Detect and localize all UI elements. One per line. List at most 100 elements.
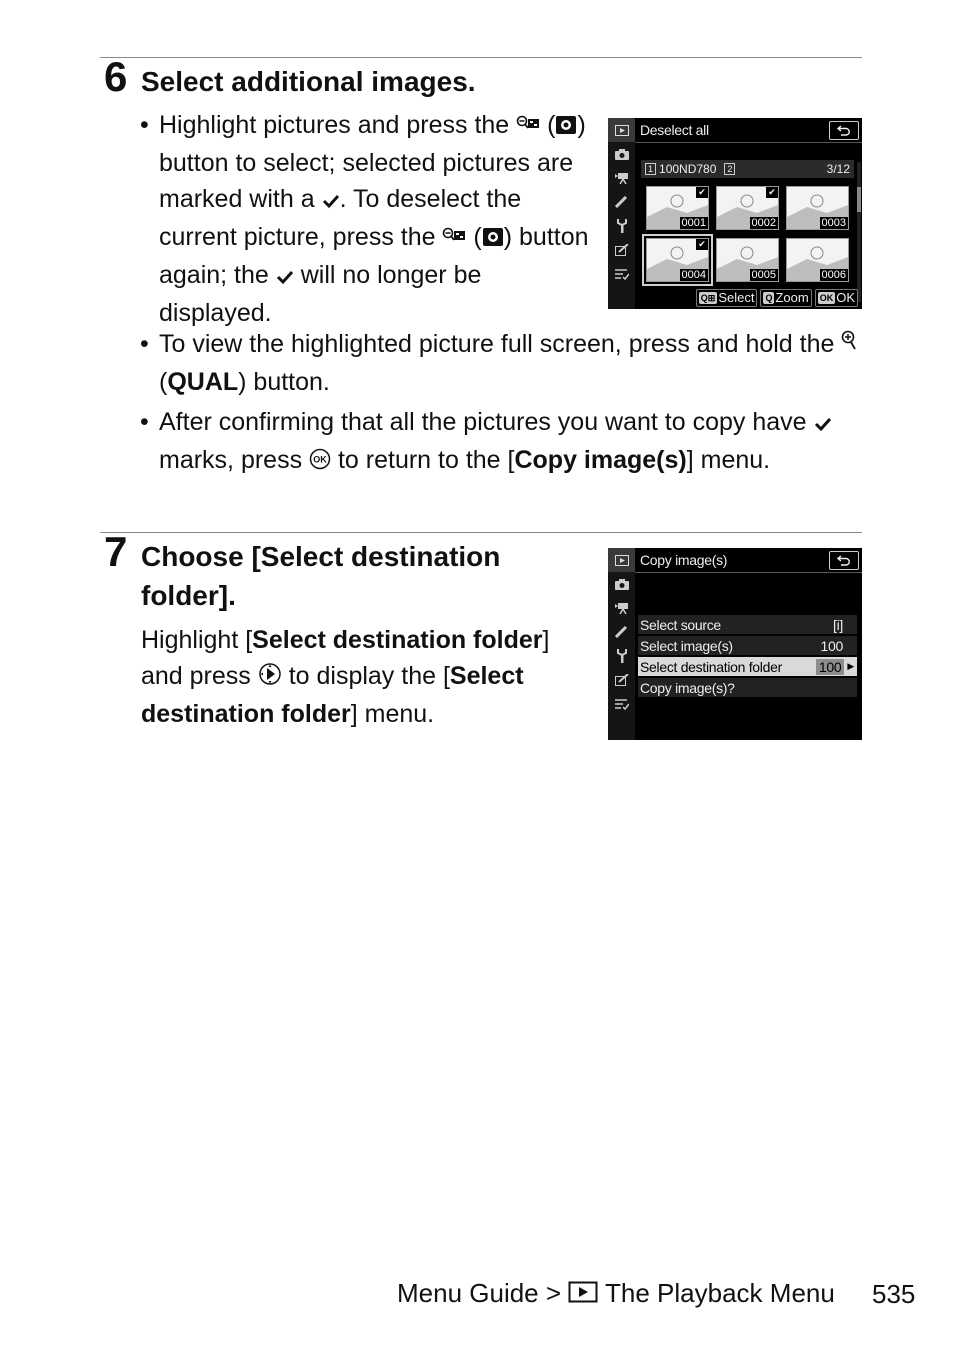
thumbnail[interactable]: 0006 [786, 238, 849, 282]
text: marks, press [159, 446, 310, 474]
my-menu-tab-icon[interactable] [608, 262, 635, 286]
ok-button-icon: OK [309, 444, 331, 480]
zoom-hint: Q Zoom [760, 289, 812, 307]
back-button[interactable] [829, 550, 859, 570]
menu-item[interactable]: Copy image(s)? [638, 678, 857, 697]
hint-label: Select [718, 290, 755, 305]
text: ) button. [238, 368, 330, 396]
screen-title: Deselect all [640, 122, 709, 138]
card-slot-1-icon: 1 [645, 163, 657, 175]
text: ] menu. [686, 446, 771, 474]
custom-settings-tab-icon[interactable] [608, 190, 635, 214]
section-divider [100, 532, 862, 533]
playback-tab-icon[interactable] [608, 118, 635, 142]
card-slot-2-icon: 2 [724, 163, 736, 175]
scrollbar-thumb[interactable] [857, 187, 861, 212]
thumbnail-number: 0002 [749, 217, 778, 229]
ok-hint: OK OK [814, 289, 858, 307]
breadcrumb-chapter[interactable]: The Playback Menu [598, 1278, 835, 1308]
setup-tab-icon[interactable] [608, 644, 635, 668]
checkmark-icon [814, 406, 832, 442]
step-title: Select additional images. [141, 66, 476, 97]
ok-key-icon: OK [817, 292, 836, 304]
breadcrumb-section[interactable]: Menu Guide > [397, 1278, 568, 1308]
menu-name: Copy image(s) [514, 446, 687, 474]
text: Highlight [ [141, 626, 253, 654]
svg-text:OK: OK [313, 455, 327, 465]
thumbnail[interactable]: ✔ 0001 [646, 186, 709, 230]
menu-item[interactable]: Select source [i] [638, 615, 857, 634]
back-arrow-icon [837, 554, 850, 566]
bullet-item: After confirming that all the pictures y… [140, 404, 860, 480]
text: Highlight pictures and press the [159, 111, 517, 139]
menu-item-label: Select image(s) [640, 637, 733, 654]
menu-item-label: Select source [640, 616, 721, 633]
step-description: Highlight [Select destination folder] an… [141, 622, 591, 732]
select-hint: Q⊞ Select [695, 289, 758, 307]
step-number: 7 [104, 528, 128, 575]
text: to return to the [ [331, 446, 515, 474]
qual-button-label: QUAL [167, 368, 239, 396]
camera-tab-icon[interactable] [608, 572, 635, 596]
back-button[interactable] [829, 120, 859, 140]
playback-tab-icon[interactable] [608, 548, 635, 572]
custom-settings-tab-icon[interactable] [608, 620, 635, 644]
thumbnail[interactable]: 0003 [786, 186, 849, 230]
instruction-list: To view the highlighted picture full scr… [140, 326, 860, 484]
checkmark-icon [276, 259, 294, 295]
thumbnail-zoom-out-icon [442, 221, 466, 257]
camera-screen-deselect: Deselect all 1 100ND780 2 3/12 ✔ 0001 ✔ 000… [608, 118, 862, 309]
submenu-arrow-icon: ▶ [847, 661, 854, 671]
thumbnail[interactable]: ✔ 0002 [716, 186, 779, 230]
menu-list: Select source [i] Select image(s) 100 Select… [638, 615, 857, 699]
camera-tab-icon[interactable] [608, 142, 635, 166]
checkmark-icon: ✔ [696, 239, 708, 250]
camera-screen-copy-images: Copy image(s) Select source [i] Select ima… [608, 548, 862, 740]
thumbnail[interactable]: 0005 [716, 238, 779, 282]
retouch-tab-icon[interactable] [608, 238, 635, 262]
folder-name: 100ND780 [659, 162, 717, 176]
metering-button-icon [482, 221, 504, 257]
screen-title: Copy image(s) [640, 552, 728, 568]
select-key-icon: Q⊞ [698, 292, 718, 304]
menu-item[interactable]: Select image(s) 100 [638, 636, 857, 655]
section-divider [100, 57, 862, 58]
thumbnail[interactable]: ✔ 0004 [642, 234, 713, 286]
step-title: Choose [Select destination folder]. [141, 541, 501, 611]
checkmark-icon: ✔ [696, 187, 708, 198]
folder-bar: 1 100ND780 2 3/12 [641, 160, 854, 178]
text: ( [466, 223, 482, 251]
thumbnail-number: 0006 [819, 269, 848, 281]
screen-footer: Q⊞ Select Q Zoom OK OK [695, 289, 858, 307]
movie-tab-icon[interactable] [608, 596, 635, 620]
back-arrow-icon [837, 124, 850, 136]
scrollbar[interactable] [857, 162, 861, 302]
metering-button-icon [555, 109, 577, 145]
hint-label: Zoom [775, 290, 809, 305]
step-number: 6 [104, 53, 128, 100]
bullet-item: Highlight pictures and press the () butt… [140, 107, 590, 331]
text: ] menu. [350, 700, 435, 728]
screen-header: Deselect all [635, 118, 862, 143]
instruction-list: Highlight pictures and press the () butt… [140, 107, 590, 335]
image-count: 3/12 [826, 162, 850, 176]
thumbnail-number: 0003 [819, 217, 848, 229]
bullet-item: To view the highlighted picture full scr… [140, 326, 860, 400]
retouch-tab-icon[interactable] [608, 668, 635, 692]
movie-tab-icon[interactable] [608, 166, 635, 190]
hint-label: OK [836, 290, 855, 305]
checkmark-icon: ✔ [766, 187, 778, 198]
menu-item[interactable]: Select destination folder 100 ▶ [638, 657, 857, 676]
zoom-in-icon [841, 328, 857, 364]
menu-item-label: Select destination folder [640, 658, 782, 675]
text: to display the [ [281, 662, 450, 690]
playback-menu-icon [568, 1280, 598, 1310]
setup-tab-icon[interactable] [608, 214, 635, 238]
menu-tab-bar [608, 118, 635, 309]
text: To view the highlighted picture full scr… [159, 330, 842, 358]
screen-header: Copy image(s) [635, 548, 862, 573]
thumbnail-number: 0005 [749, 269, 778, 281]
zoom-key-icon: Q [763, 292, 775, 304]
text: ( [540, 111, 556, 139]
my-menu-tab-icon[interactable] [608, 692, 635, 716]
